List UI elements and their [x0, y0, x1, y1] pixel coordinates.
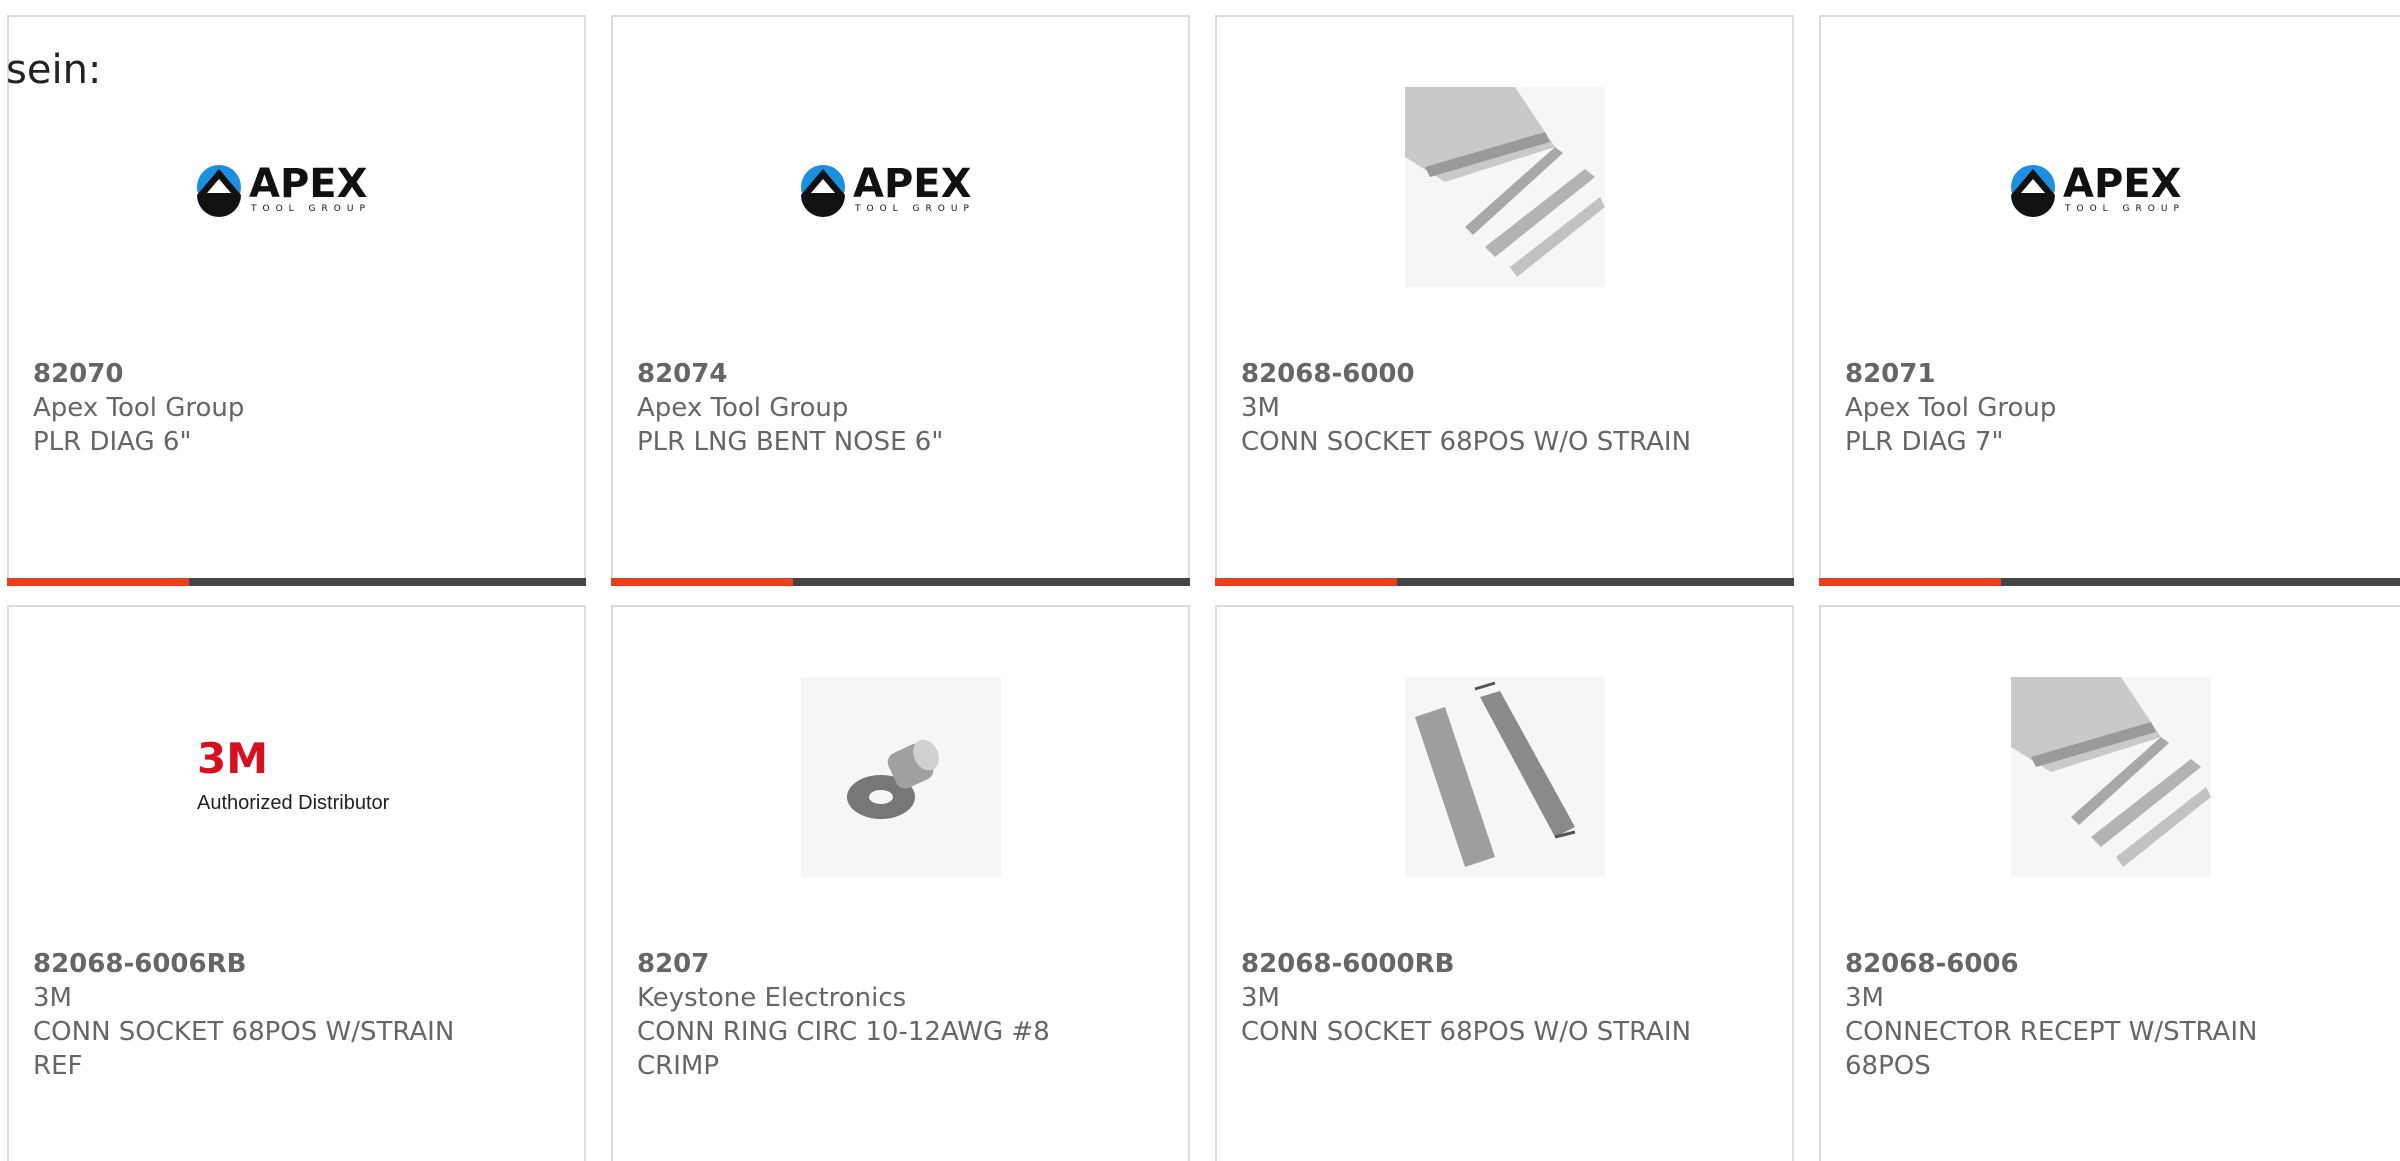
description: PLR DIAG 6"	[33, 427, 192, 457]
svg-text:TOOL GROUP: TOOL GROUP	[854, 204, 975, 214]
svg-text:TOOL GROUP: TOOL GROUP	[250, 204, 371, 214]
product-card[interactable]: APEX TOOL GROUP 82070 Apex Tool Group PL…	[7, 15, 586, 586]
product-info: 8207 Keystone Electronics CONN RING CIRC…	[637, 947, 1097, 1083]
manufacturer: 3M	[1845, 983, 1884, 1013]
card-footer-bar	[1819, 578, 2400, 586]
svg-text:3M: 3M	[197, 737, 268, 783]
ribbon-cable-connector-photo	[1404, 87, 1605, 287]
intro-text: sein:	[6, 47, 102, 93]
product-card[interactable]: 82068-6000 3M CONN SOCKET 68POS W/O STRA…	[1215, 15, 1794, 586]
product-image[interactable]	[800, 677, 1001, 877]
manufacturer: 3M	[33, 983, 72, 1013]
manufacturer: Apex Tool Group	[637, 393, 849, 423]
product-info: 82068-6000RB 3M CONN SOCKET 68POS W/O ST…	[1241, 947, 1701, 1049]
description: CONN SOCKET 68POS W/O STRAIN	[1241, 427, 1692, 457]
card-footer-bar	[1215, 578, 1794, 586]
product-card[interactable]: 82068-6006 3M CONNECTOR RECEPT W/STRAIN …	[1819, 605, 2400, 1161]
svg-text:APEX: APEX	[2063, 161, 2182, 207]
product-info: 82068-6006 3M CONNECTOR RECEPT W/STRAIN …	[1845, 947, 2305, 1083]
product-info: 82074 Apex Tool Group PLR LNG BENT NOSE …	[637, 357, 1097, 459]
description: PLR LNG BENT NOSE 6"	[637, 427, 944, 457]
card-footer-bar	[611, 578, 1190, 586]
product-card[interactable]: 82068-6000RB 3M CONN SOCKET 68POS W/O ST…	[1215, 605, 1794, 1161]
part-number[interactable]: 8207	[637, 947, 1097, 981]
apex-tool-group-logo: APEX TOOL GROUP	[800, 161, 975, 217]
description: CONN SOCKET 68POS W/O STRAIN	[1241, 1017, 1692, 1047]
manufacturer: Apex Tool Group	[33, 393, 245, 423]
socket-connector-photo	[1404, 677, 1605, 877]
card-footer-bar	[7, 578, 586, 586]
product-info: 82068-6000 3M CONN SOCKET 68POS W/O STRA…	[1241, 357, 1701, 459]
apex-tool-group-logo: APEX TOOL GROUP	[2011, 161, 2185, 217]
product-card[interactable]: 3M Authorized Distributor 82068-6006RB 3…	[7, 605, 586, 1161]
ribbon-cable-connector-photo	[2011, 677, 2211, 877]
part-number[interactable]: 82068-6006RB	[33, 947, 493, 981]
product-grid-page: sein: APEX TOOL GROUP 82070 Apex Tool Gr…	[0, 0, 2400, 1161]
product-card[interactable]: APEX TOOL GROUP 82071 Apex Tool Group PL…	[1819, 15, 2400, 586]
product-info: 82071 Apex Tool Group PLR DIAG 7"	[1845, 357, 2305, 459]
apex-tool-group-logo: APEX TOOL GROUP	[196, 161, 371, 217]
product-image[interactable]: APEX TOOL GROUP	[800, 87, 1001, 287]
part-number[interactable]: 82074	[637, 357, 1097, 391]
part-number[interactable]: 82070	[33, 357, 493, 391]
3m-authorized-distributor-logo: 3M Authorized Distributor	[197, 737, 390, 814]
svg-text:APEX: APEX	[249, 161, 368, 207]
manufacturer: Apex Tool Group	[1845, 393, 2057, 423]
description: CONNECTOR RECEPT W/STRAIN 68POS	[1845, 1017, 2258, 1081]
product-image[interactable]	[2011, 677, 2211, 877]
part-number[interactable]: 82071	[1845, 357, 2305, 391]
product-card[interactable]: 8207 Keystone Electronics CONN RING CIRC…	[611, 605, 1190, 1161]
part-number[interactable]: 82068-6000RB	[1241, 947, 1701, 981]
svg-text:TOOL GROUP: TOOL GROUP	[2064, 204, 2185, 214]
product-image[interactable]: APEX TOOL GROUP	[2011, 87, 2211, 287]
description: PLR DIAG 7"	[1845, 427, 2004, 457]
product-image[interactable]	[1404, 677, 1605, 877]
product-image[interactable]	[1404, 87, 1605, 287]
ring-terminal-photo	[800, 677, 1001, 877]
svg-text:Authorized Distributor: Authorized Distributor	[197, 792, 390, 814]
svg-text:APEX: APEX	[853, 161, 972, 207]
product-image[interactable]: APEX TOOL GROUP	[196, 87, 397, 287]
product-info: 82068-6006RB 3M CONN SOCKET 68POS W/STRA…	[33, 947, 493, 1083]
manufacturer: Keystone Electronics	[637, 983, 907, 1013]
part-number[interactable]: 82068-6000	[1241, 357, 1701, 391]
product-card[interactable]: APEX TOOL GROUP 82074 Apex Tool Group PL…	[611, 15, 1190, 586]
description: CONN SOCKET 68POS W/STRAIN REF	[33, 1017, 455, 1081]
description: CONN RING CIRC 10-12AWG #8 CRIMP	[637, 1017, 1050, 1081]
manufacturer: 3M	[1241, 983, 1280, 1013]
product-info: 82070 Apex Tool Group PLR DIAG 6"	[33, 357, 493, 459]
product-image[interactable]: 3M Authorized Distributor	[197, 677, 397, 877]
manufacturer: 3M	[1241, 393, 1280, 423]
part-number[interactable]: 82068-6006	[1845, 947, 2305, 981]
